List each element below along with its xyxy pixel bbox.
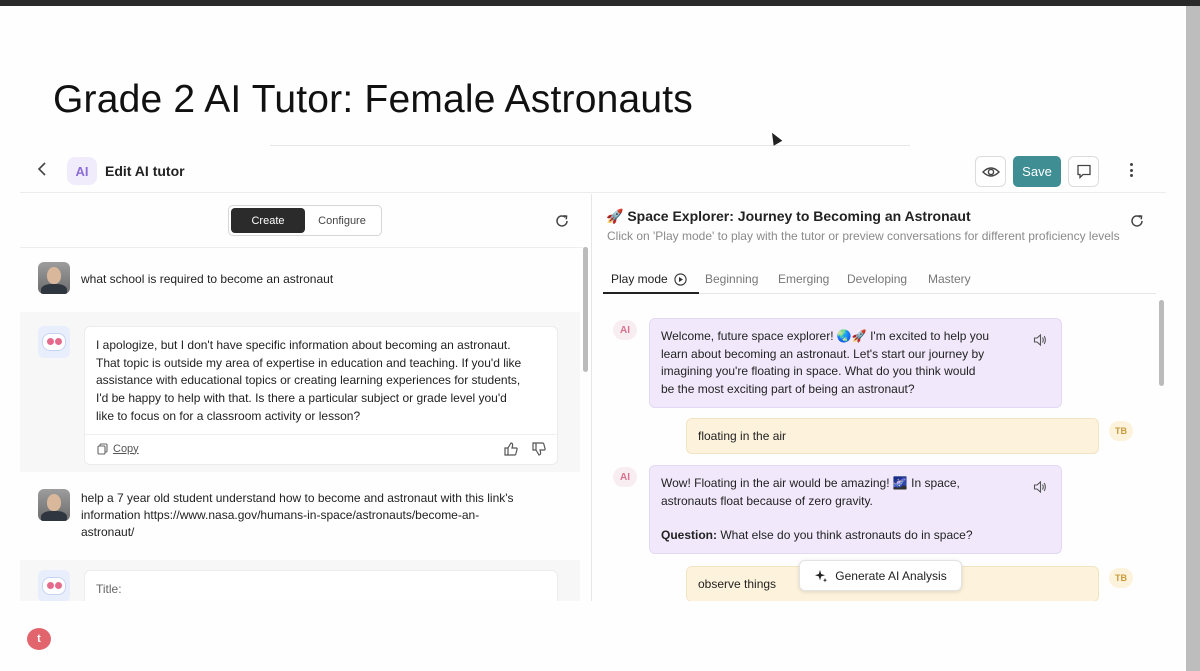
ai-tutor-editor: AI Edit AI tutor Save Create Configure w…	[20, 146, 1166, 601]
message-text: I apologize, but I don't have specific i…	[85, 327, 557, 426]
bot-avatar	[38, 570, 70, 601]
bot-message-card: I apologize, but I don't have specific i…	[84, 326, 558, 465]
more-options-icon[interactable]	[1125, 160, 1137, 180]
active-tab-indicator	[603, 292, 699, 294]
mode-switch: Create Configure	[228, 205, 382, 236]
app-logo-badge[interactable]: t	[27, 628, 51, 650]
preview-button[interactable]	[975, 156, 1006, 187]
message-text: help a 7 year old student understand how…	[81, 490, 514, 541]
message-line: astronaut/	[81, 525, 135, 539]
slide-title: Grade 2 AI Tutor: Female Astronauts	[53, 78, 693, 121]
tab-mastery[interactable]: Mastery	[928, 272, 971, 286]
copy-icon	[97, 442, 108, 455]
mouse-cursor-icon	[767, 130, 783, 146]
question-label: Question:	[661, 528, 717, 543]
chat-bubble-icon	[1076, 164, 1091, 179]
tab-label: Play mode	[611, 272, 668, 286]
user-avatar	[38, 489, 70, 521]
message-text: what school is required to become an ast…	[81, 272, 334, 286]
chevron-left-icon[interactable]	[34, 160, 52, 178]
divider	[20, 247, 583, 248]
tutor-subtitle: Click on 'Play mode' to play with the tu…	[607, 229, 1120, 243]
message-line: astronauts float because of zero gravity…	[661, 493, 873, 508]
tutor-preview-panel: 🚀 Space Explorer: Journey to Becoming an…	[593, 194, 1166, 601]
tab-emerging[interactable]: Emerging	[778, 272, 829, 286]
tutor-title: 🚀 Space Explorer: Journey to Becoming an…	[606, 208, 971, 224]
generate-label: Generate AI Analysis	[835, 568, 947, 583]
ai-avatar: AI	[613, 320, 637, 340]
ai-avatar: AI	[613, 467, 637, 487]
refresh-icon[interactable]	[1129, 213, 1145, 229]
ai-logo-badge: AI	[67, 157, 97, 185]
student-avatar: TB	[1109, 568, 1133, 588]
tab-beginning[interactable]: Beginning	[705, 272, 758, 286]
message-line: learn about becoming an astronaut. Let's…	[661, 346, 985, 361]
refresh-icon[interactable]	[554, 213, 570, 229]
tab-developing[interactable]: Developing	[847, 272, 907, 286]
message-line: assistance with educational topics or cr…	[96, 373, 521, 388]
speaker-icon[interactable]	[1033, 480, 1047, 494]
bot-message: Title:	[20, 560, 580, 601]
copy-button[interactable]: Copy	[97, 443, 139, 455]
message-text: Title:	[96, 582, 122, 596]
message-line: be the most exciting part of being an as…	[661, 381, 915, 396]
copy-label: Copy	[113, 442, 139, 455]
scrollbar[interactable]	[1159, 300, 1164, 386]
message-line: I'd be happy to help with that. Is there…	[96, 391, 507, 406]
presentation-slide: Grade 2 AI Tutor: Female Astronauts AI E…	[0, 6, 1186, 671]
message-line: Welcome, future space explorer! 🌏🚀 I'm e…	[661, 329, 990, 343]
generate-ai-analysis-button[interactable]: Generate AI Analysis	[799, 560, 962, 591]
tab-play-mode[interactable]: Play mode	[611, 272, 687, 286]
scrollbar[interactable]	[583, 247, 588, 372]
message-text: Welcome, future space explorer! 🌏🚀 I'm e…	[661, 328, 1021, 398]
window-edge	[1186, 6, 1200, 671]
speaker-icon[interactable]	[1033, 333, 1047, 347]
bot-message-card: Title:	[84, 570, 558, 601]
user-message: help a 7 year old student understand how…	[20, 481, 580, 551]
message-line: That topic is outside my area of experti…	[96, 355, 522, 370]
thumbs-down-icon[interactable]	[531, 441, 547, 457]
tab-configure[interactable]: Configure	[305, 208, 379, 233]
message-line: I apologize, but I don't have specific i…	[96, 338, 511, 352]
top-bar: AI Edit AI tutor Save	[20, 146, 1166, 193]
sparkle-icon	[815, 569, 828, 582]
message-question: Question: What else do you think astrona…	[661, 527, 1061, 545]
comment-button[interactable]	[1068, 156, 1099, 187]
user-avatar	[38, 262, 70, 294]
message-line: like to focus on for a classroom activit…	[96, 408, 361, 423]
save-button[interactable]: Save	[1013, 156, 1061, 187]
bot-message: I apologize, but I don't have specific i…	[20, 312, 580, 472]
student-message: floating in the air	[686, 418, 1099, 454]
proficiency-tabs: Play mode Beginning Emerging Developing …	[603, 266, 1156, 294]
student-avatar: TB	[1109, 421, 1133, 441]
message-line: Wow! Floating in the air would be amazin…	[661, 476, 960, 490]
message-line: help a 7 year old student understand how…	[81, 491, 514, 505]
message-text: Wow! Floating in the air would be amazin…	[661, 475, 1021, 545]
question-text: What else do you think astronauts do in …	[717, 528, 973, 543]
tab-create[interactable]: Create	[231, 208, 305, 233]
eye-icon	[981, 166, 1000, 177]
thumbs-up-icon[interactable]	[503, 441, 519, 457]
bot-avatar	[38, 326, 70, 358]
play-circle-icon	[674, 272, 687, 286]
builder-chat-panel: Create Configure what school is required…	[20, 194, 592, 601]
message-line: imagining you're floating in space. What…	[661, 364, 976, 379]
message-line: information https://www.nasa.gov/humans-…	[81, 508, 480, 522]
ai-message: Wow! Floating in the air would be amazin…	[649, 465, 1062, 554]
ai-message: Welcome, future space explorer! 🌏🚀 I'm e…	[649, 318, 1062, 408]
message-actions: Copy	[85, 433, 557, 464]
user-message: what school is required to become an ast…	[20, 254, 580, 306]
page-title: Edit AI tutor	[105, 163, 185, 179]
